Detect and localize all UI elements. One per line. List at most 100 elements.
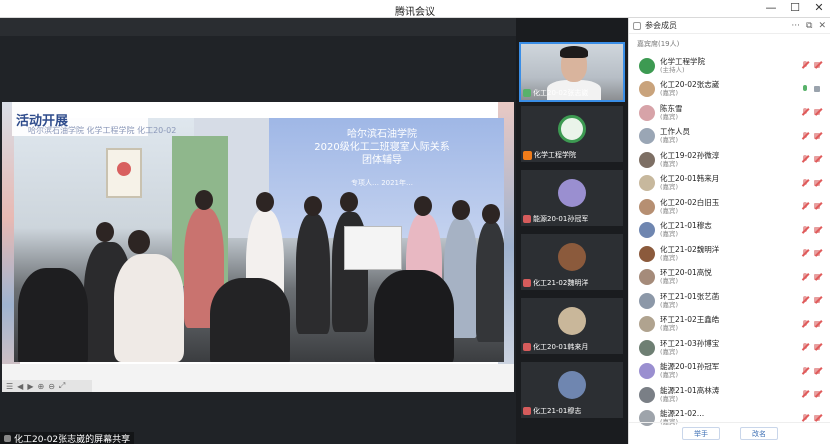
avatar [558, 307, 586, 335]
participant-row[interactable]: 环工21-02王鑫皓 (嘉宾) [629, 313, 830, 337]
zoom-out-icon[interactable]: ⊖ [48, 382, 55, 391]
photo-person [114, 254, 184, 362]
microphone-muted-icon [523, 279, 531, 287]
participant-row[interactable]: 化工19-02孙微淳 (嘉宾) [629, 148, 830, 172]
popout-icon[interactable]: ⧉ [806, 21, 812, 31]
video-tile[interactable]: 化工21-02魏明洋 [521, 234, 623, 290]
microphone-muted-icon[interactable] [801, 108, 809, 116]
participant-row[interactable]: 陈东雪 (嘉宾) [629, 101, 830, 125]
camera-off-icon[interactable] [814, 390, 823, 398]
participant-row[interactable]: 环工21-03孙博宝 (嘉宾) [629, 336, 830, 360]
microphone-muted-icon[interactable] [801, 249, 809, 257]
slide-subtitle: 哈尔滨石油学院 化学工程学院 化工20-02 [28, 126, 177, 135]
avatar [639, 245, 655, 262]
avatar [639, 57, 655, 74]
camera-off-icon[interactable] [814, 249, 823, 257]
camera-off-icon[interactable] [814, 343, 823, 351]
microphone-muted-icon[interactable] [801, 413, 809, 422]
camera-icon[interactable] [814, 85, 823, 93]
microphone-icon[interactable] [801, 84, 809, 93]
prev-icon[interactable]: ◀ [17, 382, 23, 391]
participant-row[interactable]: 化学工程学院 (主持人) [629, 54, 830, 78]
participant-name: 能源20-01孙冠军 [660, 362, 720, 372]
microphone-muted-icon[interactable] [801, 131, 809, 140]
minimize-button[interactable]: — [764, 1, 778, 15]
participant-row[interactable]: 环工20-01高悦 (嘉宾) [629, 266, 830, 290]
next-icon[interactable]: ▶ [27, 382, 33, 391]
microphone-muted-icon[interactable] [801, 178, 809, 187]
participant-row[interactable]: 能源21-01高林涛 (嘉宾) [629, 383, 830, 407]
screen-share-label-text: 化工20-02张志崴的屏幕共享 [14, 434, 131, 444]
camera-off-icon[interactable] [814, 367, 823, 375]
camera-off-icon[interactable] [814, 155, 823, 163]
title-bar: 腾讯会议 — ☐ ✕ [0, 0, 830, 18]
camera-off-icon[interactable] [814, 273, 823, 281]
camera-off-icon[interactable] [814, 320, 823, 328]
microphone-muted-icon[interactable] [801, 319, 809, 328]
participant-text: 化工19-02孙微淳 (嘉宾) [660, 151, 719, 169]
avatar [639, 292, 655, 309]
camera-off-icon[interactable] [814, 132, 823, 140]
camera-off-icon[interactable] [814, 108, 823, 116]
participant-name: 环工21-01张艺菡 [660, 291, 720, 301]
close-icon[interactable]: ✕ [818, 21, 826, 31]
banner-line-2: 2020级化工二班寝室人际关系 [314, 142, 450, 153]
microphone-muted-icon[interactable] [801, 155, 809, 163]
participant-name: 化工21-01穆志 [660, 221, 712, 231]
participant-group-label[interactable]: 嘉宾席(19人) [629, 38, 830, 50]
participant-row[interactable]: 化工20-02白旧玉 (嘉宾) [629, 195, 830, 219]
avatar [639, 316, 655, 333]
participant-text: 能源20-01孙冠军 (嘉宾) [660, 362, 719, 380]
participant-row[interactable]: 化工21-02魏明洋 (嘉宾) [629, 242, 830, 266]
photo-poster [106, 148, 142, 198]
participant-row[interactable]: 能源20-01孙冠军 (嘉宾) [629, 360, 830, 384]
participant-text: 化工20-02张志崴 (嘉宾) [660, 80, 719, 98]
zoom-in-icon[interactable]: ⊕ [37, 382, 44, 391]
video-tile-label: 化工20-02张志崴 [523, 88, 588, 98]
menu-icon[interactable]: ☰ [6, 382, 13, 391]
camera-off-icon[interactable] [814, 226, 823, 234]
raise-hand-button[interactable]: 举手 [682, 427, 720, 440]
participant-row[interactable]: 化工20-02张志崴 (嘉宾) [629, 78, 830, 102]
photo-person-head [304, 196, 322, 216]
participant-text: 化工20-01韩来月 (嘉宾) [660, 174, 719, 192]
video-tile-label: 化工20-01韩来月 [523, 342, 588, 352]
participant-list[interactable]: 化学工程学院 (主持人) 化工20-02张志崴 (嘉宾) 陈东雪 (嘉宾) 工作人员 (嘉宾)… [629, 54, 830, 430]
photo-person [374, 270, 454, 362]
microphone-muted-icon[interactable] [801, 366, 809, 375]
video-tile[interactable]: 化工20-02张志崴 [519, 42, 625, 102]
camera-off-icon[interactable] [814, 414, 823, 422]
camera-off-icon[interactable] [814, 296, 823, 304]
fullscreen-icon[interactable]: ⤢ [59, 381, 65, 391]
microphone-muted-icon[interactable] [801, 272, 809, 281]
participant-name: 化工21-02魏明洋 [660, 244, 720, 254]
rename-button[interactable]: 改名 [740, 427, 778, 440]
photo-person-head [128, 230, 150, 254]
participant-row[interactable]: 化工21-01穆志 (嘉宾) [629, 219, 830, 243]
microphone-muted-icon[interactable] [801, 296, 809, 304]
microphone-muted-icon[interactable] [801, 61, 809, 69]
video-tile-name: 化工20-02张志崴 [533, 89, 589, 97]
camera-off-icon[interactable] [814, 61, 823, 69]
microphone-muted-icon[interactable] [801, 343, 809, 351]
participant-row[interactable]: 化工20-01韩来月 (嘉宾) [629, 172, 830, 196]
more-icon[interactable]: ··· [791, 21, 800, 31]
camera-off-icon[interactable] [814, 179, 823, 187]
microphone-muted-icon[interactable] [801, 225, 809, 234]
maximize-button[interactable]: ☐ [788, 1, 802, 15]
video-tile[interactable]: 能源20-01孙冠军 [521, 170, 623, 226]
participant-row[interactable]: 工作人员 (嘉宾) [629, 125, 830, 149]
participant-name: 化工20-02白旧玉 [660, 197, 720, 207]
panel-header-buttons: ··· ⧉ ✕ [791, 21, 826, 31]
video-tile[interactable]: 化学工程学院 [521, 106, 623, 162]
camera-off-icon[interactable] [814, 202, 823, 210]
microphone-muted-icon[interactable] [801, 202, 809, 210]
video-tile[interactable]: 化工20-01韩来月 [521, 298, 623, 354]
close-button[interactable]: ✕ [812, 1, 826, 15]
participant-text: 能源21-01高林涛 (嘉宾) [660, 386, 719, 404]
participant-row[interactable]: 环工21-01张艺菡 (嘉宾) [629, 289, 830, 313]
participants-panel-footer: 举手 改名 [629, 422, 830, 444]
video-tile[interactable]: 化工21-01穆志 [521, 362, 623, 418]
participant-role: (嘉宾) [660, 394, 679, 403]
microphone-muted-icon[interactable] [801, 390, 809, 398]
